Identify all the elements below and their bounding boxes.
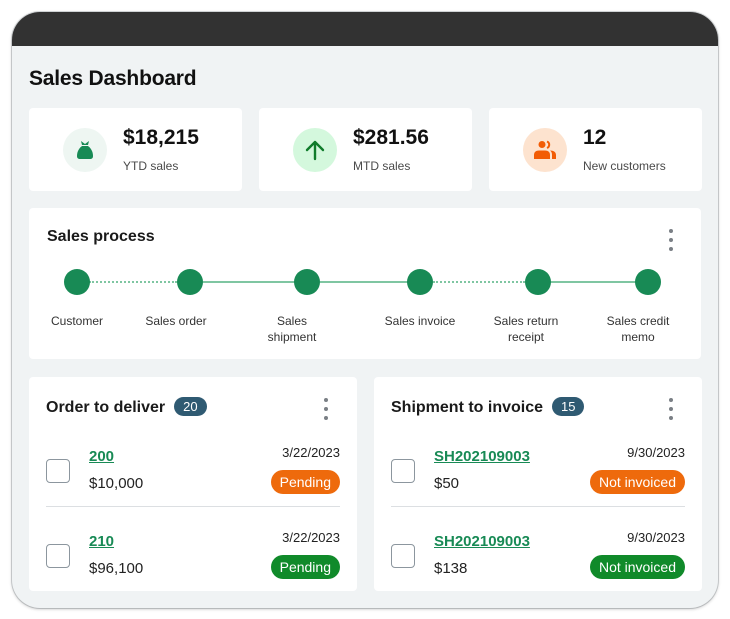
process-step-label: Sales credit memo bbox=[606, 314, 670, 344]
process-step-sales-order[interactable] bbox=[177, 269, 203, 295]
shipment-date: 9/30/2023 bbox=[627, 445, 685, 460]
sales-process-card: Sales process Customer Sales order Sales… bbox=[29, 208, 701, 359]
order-amount: $96,100 bbox=[89, 560, 144, 577]
shipment-date: 9/30/2023 bbox=[627, 530, 685, 545]
order-amount: $10,000 bbox=[89, 475, 144, 492]
process-step-label: Sales order bbox=[145, 314, 207, 328]
list-item: SH202109003 $138 9/30/2023 Not invoiced bbox=[391, 510, 685, 590]
process-step-sales-return-receipt[interactable] bbox=[525, 269, 551, 295]
process-step-sales-shipment[interactable] bbox=[294, 269, 320, 295]
arrow-up-icon bbox=[293, 128, 337, 172]
list-item: 210 $96,100 3/22/2023 Pending bbox=[46, 510, 340, 590]
more-options-icon[interactable] bbox=[665, 398, 677, 420]
row-checkbox[interactable] bbox=[46, 544, 70, 568]
people-icon bbox=[523, 128, 567, 172]
process-step-sales-credit-memo[interactable] bbox=[635, 269, 661, 295]
list-title-text: Shipment to invoice bbox=[391, 399, 544, 416]
kpi-card-new-customers: 12 New customers bbox=[489, 108, 702, 191]
row-checkbox[interactable] bbox=[46, 459, 70, 483]
process-step-label: Sales invoice bbox=[384, 314, 456, 328]
process-connector bbox=[320, 281, 408, 283]
kpi-value: 12 bbox=[583, 126, 607, 149]
count-badge: 15 bbox=[552, 397, 585, 416]
money-bag-icon bbox=[63, 128, 107, 172]
process-step-label: Customer bbox=[50, 314, 103, 328]
divider bbox=[391, 506, 685, 507]
kpi-value: $18,215 bbox=[123, 126, 199, 149]
status-badge: Pending bbox=[270, 470, 340, 494]
divider bbox=[46, 506, 340, 507]
kpi-label: YTD sales bbox=[123, 159, 179, 173]
process-step-customer[interactable] bbox=[64, 269, 90, 295]
row-checkbox[interactable] bbox=[391, 459, 415, 483]
status-badge: Not invoiced bbox=[589, 470, 685, 494]
process-connector bbox=[203, 281, 295, 283]
order-link[interactable]: 210 bbox=[89, 533, 114, 550]
page-title: Sales Dashboard bbox=[29, 67, 197, 90]
list-item: SH202109003 $50 9/30/2023 Not invoiced bbox=[391, 425, 685, 505]
shipment-link[interactable]: SH202109003 bbox=[434, 533, 530, 550]
kpi-label: MTD sales bbox=[353, 159, 411, 173]
kpi-label: New customers bbox=[583, 159, 666, 173]
title-bar bbox=[12, 12, 718, 46]
shipment-amount: $50 bbox=[434, 475, 460, 492]
process-step-sales-invoice[interactable] bbox=[407, 269, 433, 295]
process-connector bbox=[550, 281, 642, 283]
shipment-amount: $138 bbox=[434, 560, 468, 577]
more-options-icon[interactable] bbox=[320, 398, 332, 420]
list-item: 200 $10,000 3/22/2023 Pending bbox=[46, 425, 340, 505]
process-step-label: Sales return receipt bbox=[493, 314, 559, 344]
more-options-icon[interactable] bbox=[665, 229, 677, 251]
order-date: 3/22/2023 bbox=[282, 530, 340, 545]
list-title: Shipment to invoice 15 bbox=[391, 397, 585, 417]
order-link[interactable]: 200 bbox=[89, 448, 114, 465]
kpi-value: $281.56 bbox=[353, 126, 429, 149]
list-title: Order to deliver 20 bbox=[46, 397, 207, 417]
list-title-text: Order to deliver bbox=[46, 399, 166, 416]
kpi-card-mtd-sales: $281.56 MTD sales bbox=[259, 108, 472, 191]
count-badge: 20 bbox=[174, 397, 207, 416]
status-badge: Pending bbox=[270, 555, 340, 579]
shipment-to-invoice-card: Shipment to invoice 15 SH202109003 $50 9/… bbox=[374, 377, 702, 591]
status-badge: Not invoiced bbox=[589, 555, 685, 579]
shipment-link[interactable]: SH202109003 bbox=[434, 448, 530, 465]
dashboard-window: Sales Dashboard $18,215 YTD sales $281.5… bbox=[12, 12, 718, 608]
sales-process-title: Sales process bbox=[47, 228, 155, 245]
order-to-deliver-card: Order to deliver 20 200 $10,000 3/22/2023… bbox=[29, 377, 357, 591]
row-checkbox[interactable] bbox=[391, 544, 415, 568]
process-step-label: Sales shipment bbox=[267, 314, 317, 344]
order-date: 3/22/2023 bbox=[282, 445, 340, 460]
process-connector bbox=[433, 281, 525, 283]
process-connector bbox=[89, 281, 177, 283]
kpi-card-ytd-sales: $18,215 YTD sales bbox=[29, 108, 242, 191]
